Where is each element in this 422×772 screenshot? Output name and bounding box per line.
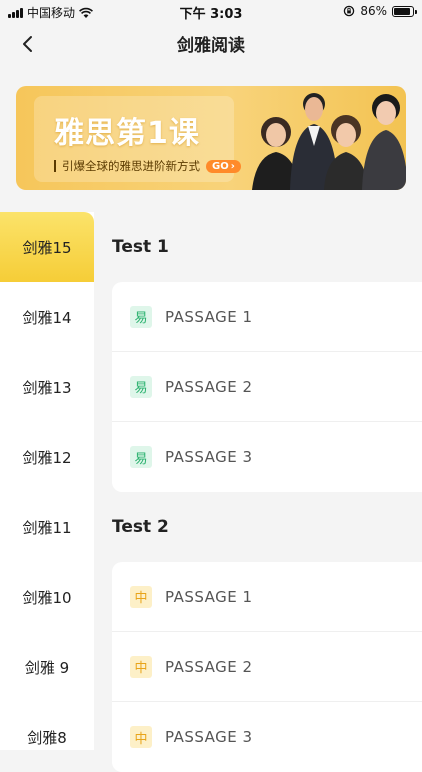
sidebar-item-label: 剑雅14 <box>22 308 72 327</box>
passage-row[interactable]: 易 PASSAGE 3 <box>112 422 422 492</box>
sidebar-item-label: 剑雅12 <box>22 448 72 467</box>
passage-label: PASSAGE 3 <box>165 728 253 746</box>
chevron-right-icon: › <box>230 160 235 172</box>
passage-label: PASSAGE 3 <box>165 448 253 466</box>
sidebar-item-1[interactable]: 剑雅15 <box>0 212 94 282</box>
passage-row[interactable]: 中 PASSAGE 3 <box>112 702 422 772</box>
instructors-photo <box>252 93 406 190</box>
difficulty-badge: 易 <box>130 446 152 468</box>
sidebar-item-4[interactable]: 剑雅12 <box>0 422 94 492</box>
banner-subtitle-row: 引爆全球的雅思进阶新方式 GO › <box>54 158 241 174</box>
banner-go-button[interactable]: GO › <box>206 159 241 173</box>
difficulty-badge: 中 <box>130 655 152 678</box>
banner-title: 雅思第1课 <box>54 116 200 151</box>
banner-subtitle: 引爆全球的雅思进阶新方式 <box>62 159 200 173</box>
banner-divider <box>54 160 56 172</box>
page-title: 剑雅阅读 <box>177 36 245 56</box>
passage-row[interactable]: 易 PASSAGE 1 <box>112 282 422 352</box>
sidebar-item-label: 剑雅 9 <box>24 658 70 677</box>
passage-card: 中 PASSAGE 1 中 PASSAGE 2 中 PASSAGE 3 <box>112 562 422 772</box>
sidebar-item-7[interactable]: 剑雅 9 <box>0 632 94 702</box>
battery-percent: 86% <box>360 4 387 18</box>
rotation-lock-icon <box>344 5 355 17</box>
book-sidebar: 剑雅15 剑雅14 剑雅13 剑雅12 剑雅11 剑雅10 剑雅 9 剑雅8 <box>0 212 94 750</box>
sidebar-item-label: 剑雅11 <box>22 518 72 537</box>
sidebar-item-2[interactable]: 剑雅14 <box>0 282 94 352</box>
passage-label: PASSAGE 1 <box>165 587 253 606</box>
difficulty-badge: 中 <box>130 585 152 608</box>
passage-row[interactable]: 中 PASSAGE 2 <box>112 632 422 702</box>
passage-label: PASSAGE 1 <box>165 307 253 326</box>
passage-card: 易 PASSAGE 1 易 PASSAGE 2 易 PASSAGE 3 <box>112 282 422 492</box>
battery-icon <box>392 5 417 17</box>
status-bar: 中国移动 下午 3:03 86% <box>0 0 422 22</box>
sidebar-item-label: 剑雅8 <box>27 728 67 747</box>
promo-banner[interactable]: 雅思第1课 引爆全球的雅思进阶新方式 GO › <box>16 86 406 190</box>
passage-label: PASSAGE 2 <box>165 657 253 676</box>
passage-row[interactable]: 易 PASSAGE 2 <box>112 352 422 422</box>
navigation-bar: 剑雅阅读 <box>0 22 422 64</box>
sidebar-item-label: 剑雅15 <box>22 238 72 257</box>
status-right: 86% <box>343 4 417 18</box>
difficulty-badge: 中 <box>130 726 152 748</box>
difficulty-badge: 易 <box>130 375 152 398</box>
banner-go-label: GO <box>212 160 229 172</box>
test-heading: Test 2 <box>112 517 169 537</box>
sidebar-item-label: 剑雅10 <box>22 588 72 607</box>
test-heading: Test 1 <box>112 237 169 257</box>
sidebar-item-5[interactable]: 剑雅11 <box>0 492 94 562</box>
passage-label: PASSAGE 2 <box>165 377 253 396</box>
difficulty-badge: 易 <box>130 305 152 328</box>
sidebar-item-6[interactable]: 剑雅10 <box>0 562 94 632</box>
sidebar-item-3[interactable]: 剑雅13 <box>0 352 94 422</box>
passage-row[interactable]: 中 PASSAGE 1 <box>112 562 422 632</box>
sidebar-item-8[interactable]: 剑雅8 <box>0 702 94 772</box>
sidebar-item-label: 剑雅13 <box>22 378 72 397</box>
passage-list: Test 1 易 PASSAGE 1 易 PASSAGE 2 易 PASSAGE 3 Test… <box>112 212 422 772</box>
